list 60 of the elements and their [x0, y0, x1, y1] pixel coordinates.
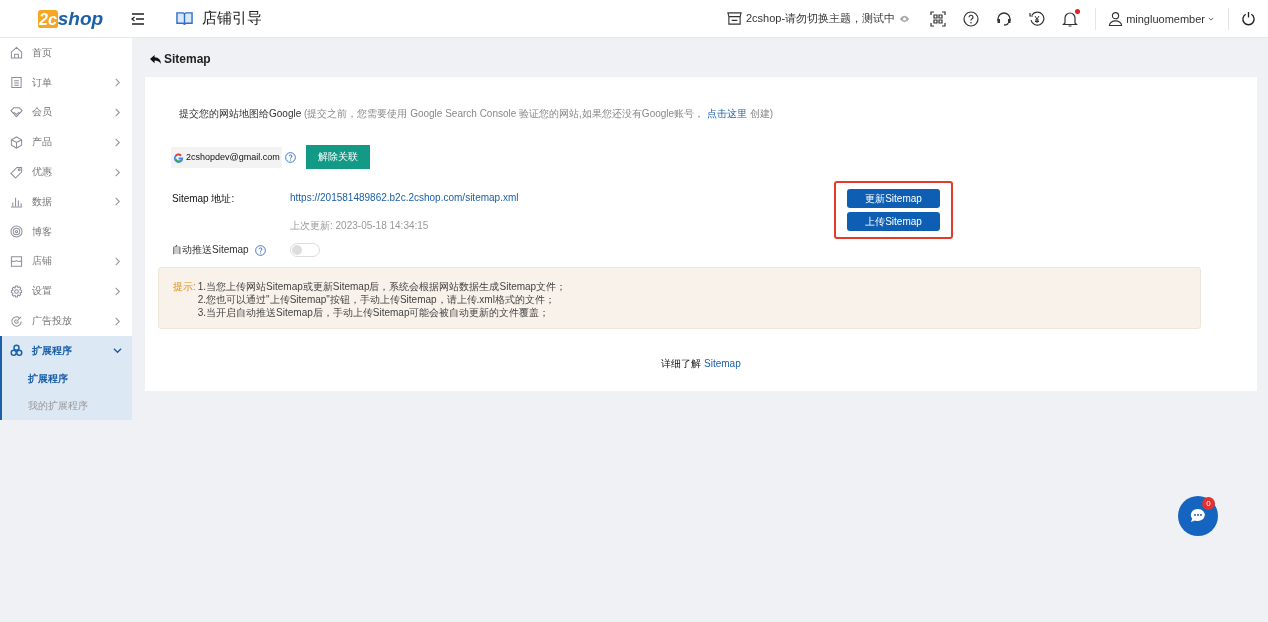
- sitemap-button[interactable]: 上传Sitemap: [847, 212, 940, 231]
- auto-push-toggle[interactable]: [289, 243, 320, 257]
- sitemap-url-link[interactable]: https://201581489862.b2c.2cshop.com/sitemap.xml: [290, 192, 715, 203]
- menu-icon[interactable]: [131, 12, 146, 25]
- power-icon[interactable]: [1241, 11, 1256, 26]
- gear-icon: [10, 284, 23, 298]
- store-icon: [10, 254, 23, 268]
- sidebar-item[interactable]: 扩展程序: [0, 335, 132, 366]
- last-updated-text: 上次更新: 2023-05-18 14:34:15: [290, 219, 430, 233]
- sidebar-item[interactable]: 博客: [0, 216, 132, 247]
- sitemap-link[interactable]: Sitemap: [704, 358, 741, 369]
- tips-label: 提示:: [173, 280, 196, 294]
- sidebar-item[interactable]: 设置: [0, 276, 132, 307]
- unlink-button[interactable]: 解除关联: [305, 145, 370, 169]
- tag-icon: [10, 165, 23, 179]
- target-icon: [10, 225, 23, 239]
- box-icon: [10, 135, 23, 149]
- circles-icon: [10, 344, 23, 358]
- page-title: 店铺引导: [202, 9, 263, 28]
- list-icon: [10, 76, 23, 90]
- qr-code-icon[interactable]: [930, 10, 947, 27]
- learn-more-text: 详细了解: [661, 358, 702, 369]
- bell-icon[interactable]: [1062, 10, 1079, 27]
- auto-push-label: 自动推送Sitemap: [172, 243, 249, 257]
- click-here-link[interactable]: 点击这里: [706, 108, 747, 119]
- intro-text: 提交您的网站地图给Google (提交之前，您需要使用 Google Search Console 验证您的网站,如果您还没有Google账号， 点击这里 创建): [179, 107, 775, 121]
- help-icon[interactable]: [963, 10, 980, 27]
- tip-text: 3.当开启自动推送Sitemap后，手动上传Sitemap可能会被自动更新的文件覆盖；: [197, 306, 551, 319]
- sitemap-button[interactable]: 更新Sitemap: [847, 189, 940, 208]
- yen-refresh-icon[interactable]: [1029, 10, 1046, 27]
- sidebar-item[interactable]: 首页: [0, 38, 132, 68]
- page-heading: Sitemap: [164, 52, 211, 66]
- target-arrow-icon: [10, 314, 23, 328]
- sidebar-item[interactable]: 数据: [0, 187, 132, 217]
- username[interactable]: mingluomember: [1126, 12, 1205, 25]
- sidebar-item[interactable]: 优惠: [0, 157, 132, 187]
- sitemap-address-label: Sitemap 地址:: [172, 192, 236, 206]
- chat-button[interactable]: 0: [1178, 496, 1218, 536]
- back-arrow-icon[interactable]: [149, 53, 162, 65]
- google-icon: [173, 151, 184, 163]
- store-name[interactable]: 2cshop-请勿切换主题，测试中: [746, 11, 896, 26]
- sidebar-subitem[interactable]: 扩展程序: [0, 365, 132, 393]
- tip-text: 2.您也可以通过"上传Sitemap"按钮，手动上传Sitemap，请上传.xml格式的文件；: [197, 293, 556, 306]
- book-icon: [175, 10, 195, 27]
- chat-badge: 0: [1202, 497, 1215, 510]
- sidebar-item[interactable]: 店铺: [0, 246, 132, 277]
- bar-chart-icon: [10, 195, 23, 209]
- sidebar-item[interactable]: 会员: [0, 97, 132, 128]
- user-icon: [1108, 11, 1124, 26]
- sidebar-item[interactable]: 订单: [0, 67, 132, 98]
- caret-icon[interactable]: [1208, 16, 1214, 21]
- home-icon: [10, 46, 23, 60]
- logo[interactable]: 2cshop: [38, 7, 104, 30]
- headset-icon[interactable]: [996, 10, 1013, 27]
- google-account-chip: 2cshopdev@gmail.com: [171, 146, 282, 168]
- store-icon: [727, 11, 742, 26]
- tip-text: 1.当您上传网站Sitemap或更新Sitemap后，系统会根据网站数据生成Sitemap文件；: [197, 280, 567, 293]
- gem-icon: [10, 106, 23, 119]
- sidebar-item[interactable]: 广告投放: [0, 306, 132, 336]
- sidebar-item[interactable]: 产品: [0, 127, 132, 158]
